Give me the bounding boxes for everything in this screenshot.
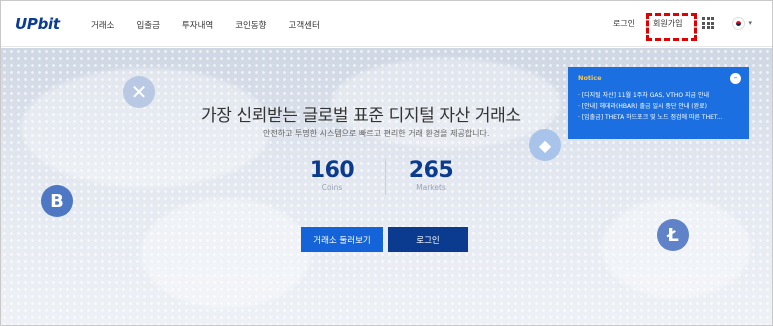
notice-panel: Notice – · [디지털 자산] 11월 1주차 GAS, VTHO 지급… bbox=[568, 67, 749, 139]
coins-stat: 160 Coins bbox=[307, 158, 357, 192]
nav-customer-center[interactable]: 고객센터 bbox=[289, 19, 320, 31]
markets-count: 265 bbox=[408, 158, 454, 183]
notice-title: Notice bbox=[578, 74, 602, 82]
notice-item[interactable]: · [안내] 헤데라(HBAR) 출금 일시 중단 안내 (완료) bbox=[578, 101, 746, 112]
notice-item[interactable]: · [디지털 자산] 11월 1주차 GAS, VTHO 지급 안내 bbox=[578, 90, 746, 101]
minus-circle-icon[interactable]: – bbox=[730, 73, 741, 84]
explore-exchange-button[interactable]: 거래소 둘러보기 bbox=[301, 227, 383, 252]
top-header: UPbit 거래소 입출금 투자내역 코인동향 고객센터 로그인 회원가입 ▾ bbox=[1, 1, 772, 47]
markets-stat: 265 Markets bbox=[401, 158, 461, 192]
ethereum-icon: ◆ bbox=[529, 129, 561, 161]
litecoin-icon: Ł bbox=[657, 219, 689, 251]
hero-title: 가장 신뢰받는 글로벌 표준 디지털 자산 거래소 bbox=[201, 106, 521, 126]
browser-page: UPbit 거래소 입출금 투자내역 코인동향 고객센터 로그인 회원가입 ▾ … bbox=[0, 0, 773, 326]
korea-flag-icon[interactable] bbox=[732, 16, 746, 30]
coins-label: Coins bbox=[321, 183, 343, 192]
chevron-down-icon[interactable]: ▾ bbox=[748, 19, 752, 27]
main-nav: 거래소 입출금 투자내역 코인동향 고객센터 bbox=[91, 19, 342, 31]
hero-subtitle: 안전하고 투명한 시스템으로 빠르고 편리한 거래 환경을 제공합니다. bbox=[263, 129, 490, 138]
account-nav: 로그인 회원가입 ▾ bbox=[613, 13, 752, 33]
nav-investments[interactable]: 투자내역 bbox=[182, 19, 213, 31]
x-coin-icon: ✕ bbox=[123, 76, 155, 108]
coins-count: 160 bbox=[309, 158, 355, 183]
markets-label: Markets bbox=[416, 183, 446, 192]
app-grid-icon[interactable] bbox=[702, 17, 715, 29]
bitcoin-icon: B bbox=[41, 185, 73, 217]
notice-list: · [디지털 자산] 11월 1주차 GAS, VTHO 지급 안내 · [안내… bbox=[578, 90, 746, 123]
hero-login-button[interactable]: 로그인 bbox=[388, 227, 468, 252]
signup-link[interactable]: 회원가입 bbox=[647, 14, 688, 33]
nav-deposit-withdraw[interactable]: 입출금 bbox=[136, 19, 159, 31]
notice-item[interactable]: · [입출금] THETA 하드포크 및 노드 점검에 따른 THET... bbox=[578, 112, 746, 123]
upbit-logo[interactable]: UPbit bbox=[15, 15, 60, 33]
map-continent bbox=[141, 198, 311, 308]
login-link[interactable]: 로그인 bbox=[613, 18, 635, 29]
nav-coin-trends[interactable]: 코인동향 bbox=[235, 19, 266, 31]
nav-exchange[interactable]: 거래소 bbox=[91, 19, 114, 31]
stat-divider bbox=[385, 159, 386, 195]
